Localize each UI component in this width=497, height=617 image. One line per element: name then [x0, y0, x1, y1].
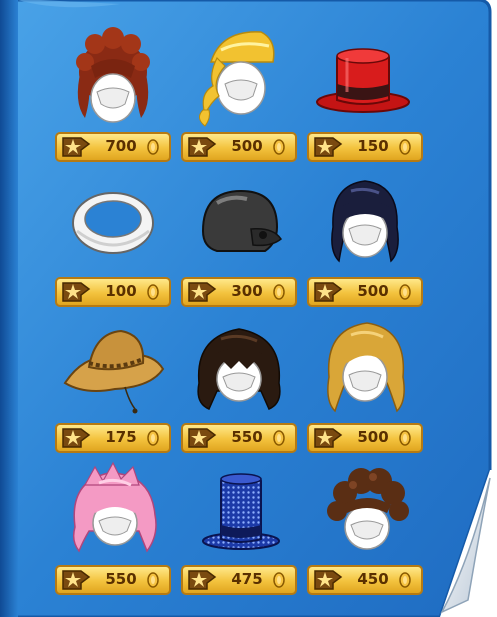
- item-price: 100: [105, 282, 137, 300]
- coin-icon: [399, 139, 411, 155]
- blonde-side-ponytail-hair-icon[interactable]: [181, 22, 299, 132]
- price-tag[interactable]: 500: [307, 277, 423, 307]
- member-star-badge-icon: [188, 282, 217, 302]
- member-star-badge-icon: [62, 428, 91, 448]
- item-price: 150: [357, 137, 389, 155]
- catalog-item[interactable]: 500: [181, 22, 299, 162]
- item-price: 175: [105, 428, 137, 446]
- coin-icon: [399, 284, 411, 300]
- catalog-item[interactable]: 550: [181, 313, 299, 453]
- price-tag[interactable]: 175: [55, 423, 171, 453]
- catalog-item[interactable]: 150: [307, 22, 425, 162]
- catalog-item[interactable]: 450: [307, 455, 425, 595]
- catalog-item[interactable]: 500: [307, 313, 425, 453]
- item-price: 500: [357, 428, 389, 446]
- item-price: 700: [105, 137, 137, 155]
- brown-curly-hair-icon[interactable]: [307, 455, 425, 565]
- catalog-item[interactable]: 175: [55, 313, 173, 453]
- member-star-badge-icon: [62, 137, 91, 157]
- dark-brown-shaggy-hair-icon[interactable]: [181, 313, 299, 423]
- coin-icon: [147, 139, 159, 155]
- coin-icon: [399, 430, 411, 446]
- member-star-badge-icon: [62, 570, 91, 590]
- price-tag[interactable]: 500: [307, 423, 423, 453]
- price-tag[interactable]: 100: [55, 277, 171, 307]
- coin-icon: [273, 284, 285, 300]
- coin-icon: [273, 430, 285, 446]
- item-price: 450: [357, 570, 389, 588]
- catalog-item[interactable]: 300: [181, 167, 299, 307]
- catalog-item[interactable]: 550: [55, 455, 173, 595]
- blue-sequin-top-hat-icon[interactable]: [181, 455, 299, 565]
- navy-long-hair-icon[interactable]: [307, 167, 425, 277]
- coin-icon: [147, 572, 159, 588]
- member-star-badge-icon: [314, 282, 343, 302]
- red-top-hat-icon[interactable]: [307, 22, 425, 132]
- red-curly-updo-hair-icon[interactable]: [55, 22, 173, 132]
- tan-safari-hat-icon[interactable]: [55, 313, 173, 423]
- item-price: 475: [231, 570, 263, 588]
- coin-icon: [147, 430, 159, 446]
- price-tag[interactable]: 150: [307, 132, 423, 162]
- catalog-item[interactable]: 700: [55, 22, 173, 162]
- catalog-page: 700 500 150 100 300 500 175 550 500 550 …: [0, 0, 497, 617]
- coin-icon: [273, 572, 285, 588]
- white-fuzzy-headband-icon[interactable]: [55, 167, 173, 277]
- golden-long-wavy-hair-icon[interactable]: [307, 313, 425, 423]
- price-tag[interactable]: 450: [307, 565, 423, 595]
- member-star-badge-icon: [188, 137, 217, 157]
- coin-icon: [273, 139, 285, 155]
- member-star-badge-icon: [314, 137, 343, 157]
- item-price: 500: [231, 137, 263, 155]
- catalog-item[interactable]: 100: [55, 167, 173, 307]
- price-tag[interactable]: 550: [55, 565, 171, 595]
- black-batting-helmet-icon[interactable]: [181, 167, 299, 277]
- item-price: 550: [231, 428, 263, 446]
- catalog-item[interactable]: 500: [307, 167, 425, 307]
- item-price: 550: [105, 570, 137, 588]
- member-star-badge-icon: [62, 282, 91, 302]
- price-tag[interactable]: 700: [55, 132, 171, 162]
- coin-icon: [399, 572, 411, 588]
- coin-icon: [147, 284, 159, 300]
- member-star-badge-icon: [188, 570, 217, 590]
- member-star-badge-icon: [314, 570, 343, 590]
- item-price: 300: [231, 282, 263, 300]
- item-price: 500: [357, 282, 389, 300]
- price-tag[interactable]: 500: [181, 132, 297, 162]
- price-tag[interactable]: 300: [181, 277, 297, 307]
- price-tag[interactable]: 475: [181, 565, 297, 595]
- member-star-badge-icon: [314, 428, 343, 448]
- catalog-item[interactable]: 475: [181, 455, 299, 595]
- pink-spiky-hair-icon[interactable]: [55, 455, 173, 565]
- price-tag[interactable]: 550: [181, 423, 297, 453]
- member-star-badge-icon: [188, 428, 217, 448]
